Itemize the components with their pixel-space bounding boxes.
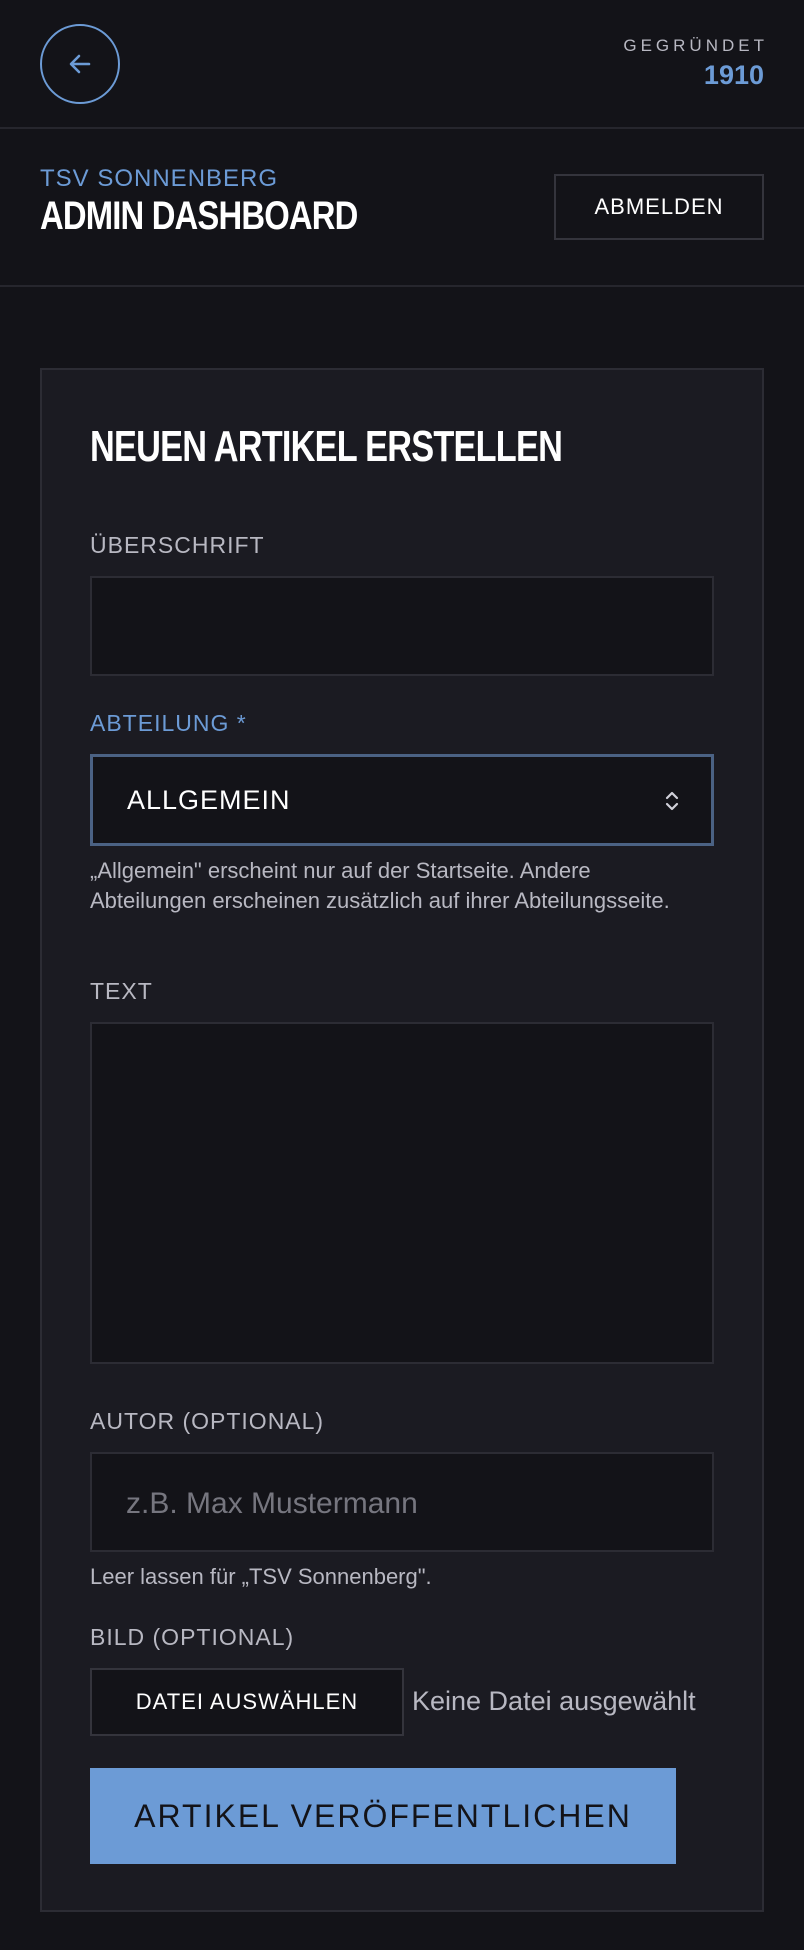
chevron-up-down-icon xyxy=(665,791,679,811)
form-title: NEUEN ARTIKEL ERSTELLEN xyxy=(90,422,563,471)
founded-year: 1910 xyxy=(703,60,764,90)
founded-info: GEGRÜNDET 1910 xyxy=(623,36,764,91)
author-label: AUTOR (OPTIONAL) xyxy=(90,1408,325,1434)
club-name: TSV SONNENBERG xyxy=(40,165,279,192)
logout-button[interactable]: ABMELDEN xyxy=(554,174,764,240)
author-placeholder: z.B. Max Mustermann xyxy=(126,1487,418,1520)
department-label: ABTEILUNG * xyxy=(90,710,247,736)
text-textarea[interactable] xyxy=(90,1022,714,1364)
page-header: TSV SONNENBERG ADMIN DASHBOARD ABMELDEN xyxy=(0,129,804,287)
founded-label: GEGRÜNDET xyxy=(623,36,768,55)
choose-file-button[interactable]: DATEI AUSWÄHLEN xyxy=(90,1668,404,1736)
create-article-form: NEUEN ARTIKEL ERSTELLEN ÜBERSCHRIFT ABTE… xyxy=(40,368,764,1912)
department-selected-value: ALLGEMEIN xyxy=(127,784,291,815)
back-button[interactable] xyxy=(40,24,120,104)
headline-input[interactable] xyxy=(90,576,714,676)
arrow-left-icon xyxy=(69,54,91,74)
page-title: ADMIN DASHBOARD xyxy=(40,194,358,238)
top-bar: GEGRÜNDET 1910 xyxy=(0,0,804,129)
image-label: BILD (OPTIONAL) xyxy=(90,1624,295,1650)
department-help-text: „Allgemein" erscheint nur auf der Starts… xyxy=(90,858,670,913)
department-select[interactable]: ALLGEMEIN xyxy=(90,754,714,846)
publish-article-button[interactable]: ARTIKEL VERÖFFENTLICHEN xyxy=(90,1768,676,1864)
author-help-text: Leer lassen für „TSV Sonnenberg". xyxy=(90,1564,432,1589)
headline-label: ÜBERSCHRIFT xyxy=(90,532,265,558)
author-input[interactable]: z.B. Max Mustermann xyxy=(90,1452,714,1552)
file-status-text: Keine Datei ausgewählt xyxy=(412,1686,696,1716)
text-label: TEXT xyxy=(90,978,153,1004)
